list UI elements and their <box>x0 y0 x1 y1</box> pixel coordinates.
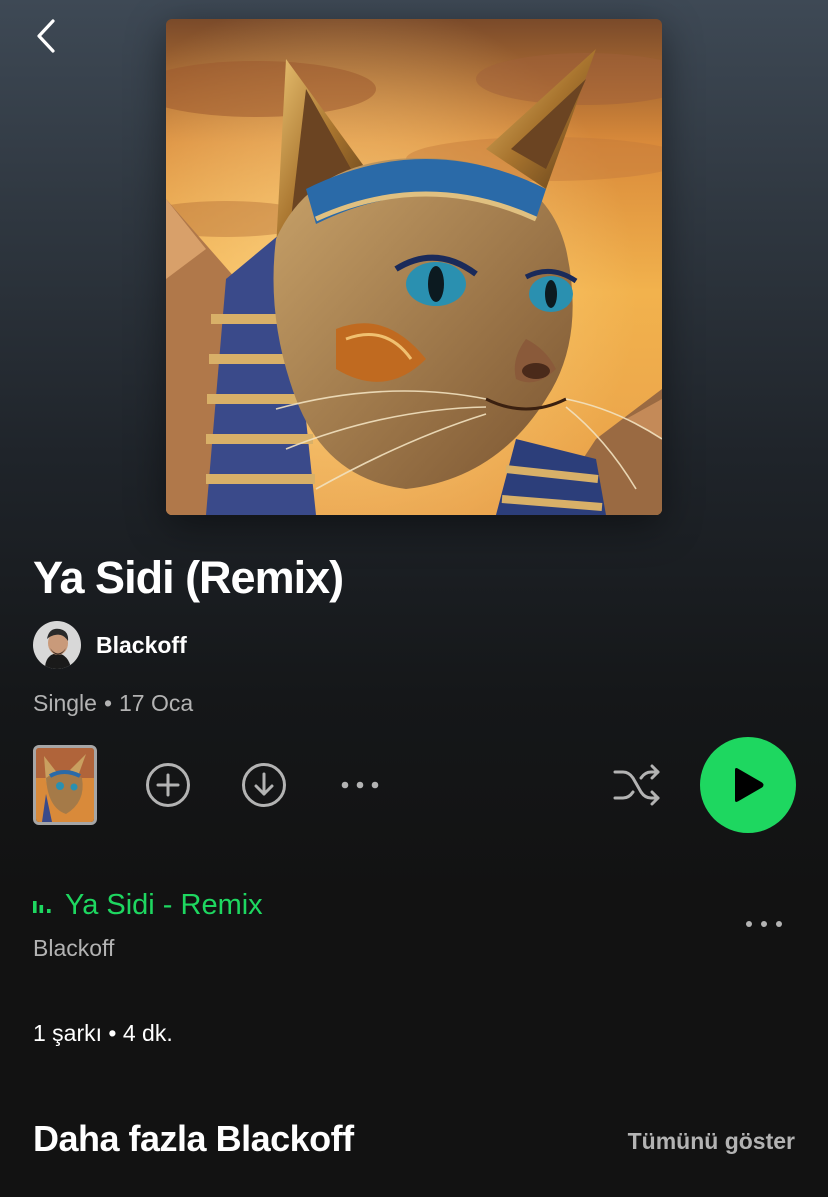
download-button[interactable] <box>239 760 289 810</box>
meta-separator: • <box>103 690 112 716</box>
album-thumbnail[interactable] <box>33 745 97 825</box>
download-circle-icon <box>242 763 286 807</box>
chevron-left-icon <box>37 19 55 53</box>
more-from-artist-heading: Daha fazla Blackoff <box>33 1118 354 1159</box>
track-more-button[interactable] <box>740 909 788 939</box>
add-to-library-button[interactable] <box>143 760 193 810</box>
track-artist: Blackoff <box>33 935 115 961</box>
album-title: Ya Sidi (Remix) <box>33 552 344 603</box>
track-row[interactable]: Ya Sidi - Remix Blackoff <box>0 875 828 975</box>
play-icon <box>735 768 764 802</box>
now-playing-equalizer-icon <box>33 897 53 913</box>
more-options-button[interactable] <box>335 768 385 802</box>
artist-avatar <box>33 621 81 669</box>
tracks-summary: 1 şarkı • 4 dk. <box>33 1020 173 1046</box>
album-type: Single <box>33 690 97 716</box>
track-title: Ya Sidi - Remix <box>65 888 263 921</box>
shuffle-icon <box>613 764 660 806</box>
shuffle-button[interactable] <box>609 760 665 810</box>
back-button[interactable] <box>26 14 66 58</box>
album-cover-image <box>166 19 662 515</box>
show-all-link[interactable]: Tümünü göster <box>628 1128 795 1155</box>
release-date: 17 Oca <box>119 690 194 716</box>
plus-circle-icon <box>146 763 190 807</box>
more-horizontal-icon <box>341 781 379 789</box>
track-title-line: Ya Sidi - Remix <box>33 885 263 925</box>
artist-name: Blackoff <box>96 631 187 658</box>
artist-link[interactable]: Blackoff <box>33 620 187 670</box>
album-meta: Single • 17 Oca <box>33 688 193 718</box>
play-button[interactable] <box>700 737 796 833</box>
more-horizontal-icon <box>746 921 782 927</box>
